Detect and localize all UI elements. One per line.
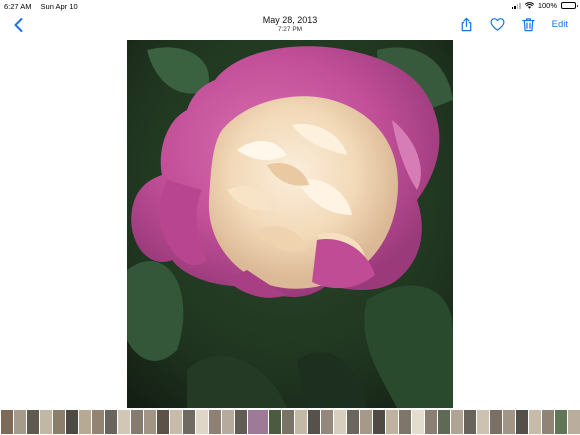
nav-actions: Edit (459, 17, 568, 32)
battery-percent: 100% (537, 1, 557, 10)
filmstrip-thumb[interactable] (308, 410, 320, 434)
filmstrip-thumb[interactable] (321, 410, 333, 434)
filmstrip-thumb[interactable] (568, 410, 580, 434)
share-icon[interactable] (459, 17, 474, 32)
filmstrip-thumb[interactable] (399, 410, 411, 434)
filmstrip-thumb[interactable] (1, 410, 13, 434)
filmstrip-thumb[interactable] (235, 410, 247, 434)
filmstrip-thumb[interactable] (360, 410, 372, 434)
filmstrip-thumb[interactable] (542, 410, 554, 434)
filmstrip-thumb-selected[interactable] (247, 410, 269, 434)
filmstrip-thumb[interactable] (92, 410, 104, 434)
filmstrip-thumb[interactable] (27, 410, 39, 434)
filmstrip-thumb[interactable] (412, 410, 424, 434)
filmstrip-thumb[interactable] (170, 410, 182, 434)
filmstrip-thumb[interactable] (196, 410, 208, 434)
filmstrip-thumb[interactable] (79, 410, 91, 434)
filmstrip-thumb[interactable] (386, 410, 398, 434)
wifi-icon (524, 2, 534, 9)
status-left: 6:27 AM Sun Apr 10 (4, 2, 78, 11)
filmstrip-thumb[interactable] (157, 410, 169, 434)
filmstrip-thumb[interactable] (53, 410, 65, 434)
status-bar: 6:27 AM Sun Apr 10 100% (0, 0, 580, 12)
cellular-signal-icon (511, 2, 521, 9)
filmstrip-thumb[interactable] (555, 410, 567, 434)
filmstrip-thumb[interactable] (66, 410, 78, 434)
filmstrip-thumb[interactable] (490, 410, 502, 434)
filmstrip-thumb[interactable] (282, 410, 294, 434)
filmstrip-thumb[interactable] (373, 410, 385, 434)
filmstrip-thumb[interactable] (14, 410, 26, 434)
status-date: Sun Apr 10 (40, 2, 78, 11)
filmstrip-thumb[interactable] (222, 410, 234, 434)
filmstrip-thumb[interactable] (451, 410, 463, 434)
heart-icon[interactable] (490, 17, 505, 32)
filmstrip-thumb[interactable] (183, 410, 195, 434)
filmstrip-thumb[interactable] (529, 410, 541, 434)
filmstrip-thumb[interactable] (118, 410, 130, 434)
status-time: 6:27 AM (4, 2, 32, 11)
filmstrip-thumb[interactable] (209, 410, 221, 434)
edit-button[interactable]: Edit (552, 19, 568, 30)
photo-viewer[interactable] (127, 40, 453, 408)
status-right: 100% (511, 1, 578, 10)
peony-photo (127, 40, 453, 408)
filmstrip-thumb[interactable] (269, 410, 281, 434)
filmstrip-thumb[interactable] (105, 410, 117, 434)
nav-bar: May 28, 2013 7:27 PM Edit (0, 12, 580, 40)
filmstrip-thumb[interactable] (477, 410, 489, 434)
filmstrip-thumb[interactable] (131, 410, 143, 434)
filmstrip-thumb[interactable] (516, 410, 528, 434)
filmstrip-thumb[interactable] (425, 410, 437, 434)
battery-icon (561, 2, 578, 9)
filmstrip-thumb[interactable] (295, 410, 307, 434)
filmstrip-thumb[interactable] (347, 410, 359, 434)
filmstrip-thumb[interactable] (40, 410, 52, 434)
filmstrip-thumb[interactable] (438, 410, 450, 434)
thumbnail-filmstrip[interactable] (0, 410, 580, 434)
filmstrip-thumb[interactable] (503, 410, 515, 434)
trash-icon[interactable] (521, 17, 536, 32)
filmstrip-thumb[interactable] (334, 410, 346, 434)
filmstrip-thumb[interactable] (464, 410, 476, 434)
filmstrip-thumb[interactable] (144, 410, 156, 434)
